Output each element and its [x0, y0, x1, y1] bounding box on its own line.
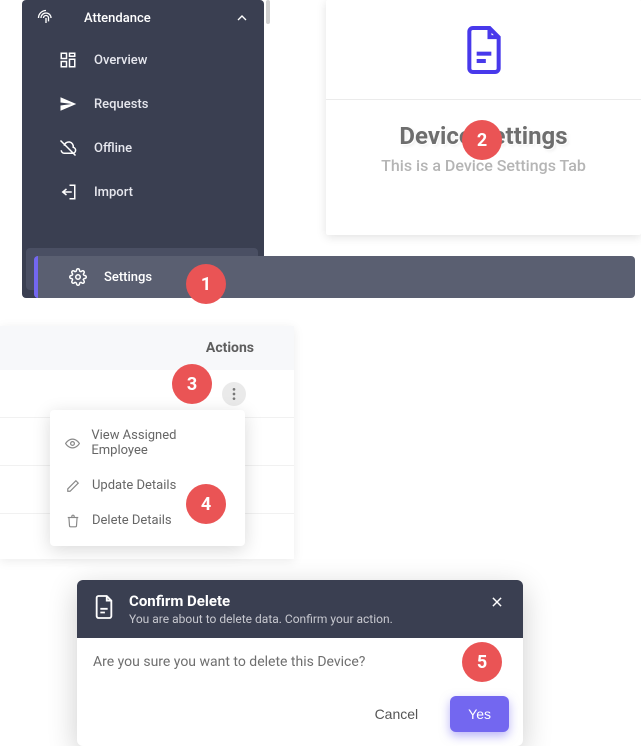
file-icon: [462, 24, 506, 76]
step-badge-5: 5: [462, 642, 502, 682]
sidebar-item-overview[interactable]: Overview: [22, 38, 264, 82]
sidebar-item-settings[interactable]: Settings: [34, 256, 635, 298]
sidebar-item-label: Settings: [104, 270, 152, 285]
sidebar-header-label: Attendance: [84, 11, 234, 26]
dialog-footer: Cancel Yes: [77, 686, 523, 746]
close-icon[interactable]: [487, 592, 507, 612]
cancel-button[interactable]: Cancel: [357, 696, 437, 732]
cloud-off-icon: [58, 138, 78, 158]
panel-header: [326, 0, 641, 100]
sidebar-section-header[interactable]: Attendance: [22, 0, 264, 38]
device-settings-panel: Device Settings This is a Device Setting…: [326, 0, 641, 235]
sidebar-item-label: Offline: [94, 141, 132, 156]
step-badge-1: 1: [186, 264, 226, 304]
import-icon: [58, 182, 78, 202]
dialog-title: Confirm Delete: [129, 592, 487, 610]
yes-button[interactable]: Yes: [450, 696, 509, 732]
fingerprint-icon: [36, 8, 56, 28]
sidebar-item-import[interactable]: Import: [22, 170, 264, 214]
chevron-up-icon: [234, 10, 250, 26]
menu-item-view[interactable]: View Assigned Employee: [50, 418, 245, 468]
sidebar-item-label: Import: [94, 185, 133, 200]
sidebar-item-offline[interactable]: Offline: [22, 126, 264, 170]
row-actions-menu: View Assigned Employee Update Details De…: [50, 410, 245, 546]
step-badge-3: 3: [172, 364, 212, 404]
dialog-body: Are you sure you want to delete this Dev…: [77, 638, 523, 686]
table-header-actions: Actions: [0, 326, 294, 370]
menu-item-label: Delete Details: [92, 513, 172, 528]
dialog-header: Confirm Delete You are about to delete d…: [77, 580, 523, 638]
eye-icon: [64, 436, 81, 451]
send-icon: [58, 94, 78, 114]
menu-item-label: Update Details: [92, 478, 176, 493]
sidebar: Attendance Overview Requests Offline: [22, 0, 264, 298]
row-actions-button[interactable]: [222, 382, 246, 406]
gear-icon: [68, 267, 88, 287]
sidebar-item-label: Overview: [94, 53, 147, 68]
actions-table: Actions View Assigned Employee Update De…: [0, 326, 294, 559]
dialog-subtitle: You are about to delete data. Confirm yo…: [129, 612, 487, 626]
file-icon: [93, 594, 115, 620]
trash-icon: [64, 514, 82, 528]
sidebar-item-label: Requests: [94, 97, 148, 112]
step-badge-2: 2: [462, 120, 502, 160]
menu-item-label: View Assigned Employee: [91, 428, 231, 458]
confirm-delete-dialog: Confirm Delete You are about to delete d…: [77, 580, 523, 746]
step-badge-4: 4: [186, 484, 226, 524]
grid-icon: [58, 50, 78, 70]
sidebar-item-requests[interactable]: Requests: [22, 82, 264, 126]
scrollbar[interactable]: [266, 0, 270, 24]
pencil-icon: [64, 479, 82, 493]
